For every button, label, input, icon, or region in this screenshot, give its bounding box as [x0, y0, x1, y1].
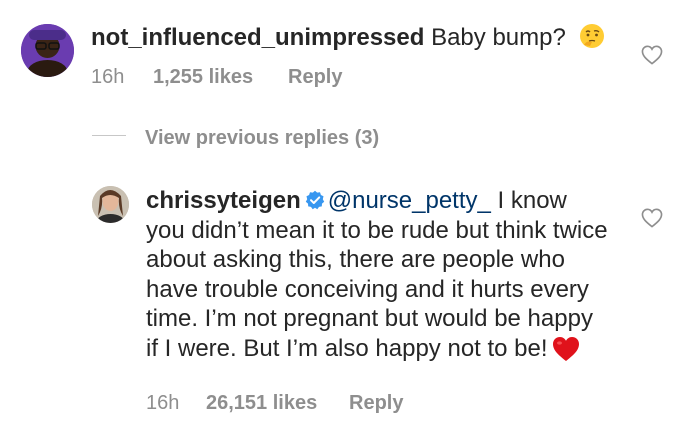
like-heart-icon[interactable] [641, 45, 663, 65]
verified-badge-icon [305, 190, 324, 210]
comment-2: chrissyteigen @nurse_petty_ I know you di… [146, 186, 608, 363]
thinking-face-emoji [579, 24, 604, 48]
replies-divider-line [92, 135, 126, 136]
comment-2-username[interactable]: chrissyteigen [146, 187, 301, 214]
comment-2-time: 16h [146, 392, 180, 414]
comment-2-mention-link[interactable]: @nurse_petty_ [328, 187, 491, 214]
avatar-image [92, 186, 129, 223]
comment-1-reply-button[interactable]: Reply [288, 64, 342, 90]
like-heart-icon[interactable] [641, 208, 663, 228]
avatar-chrissyteigen[interactable] [92, 186, 129, 223]
comment-2-likes[interactable]: 26,151 likes [206, 390, 317, 416]
comment-2-reply-button[interactable]: Reply [349, 390, 403, 416]
comment-1: not_influenced_unimpressed Baby bump? [91, 22, 605, 54]
view-previous-replies-button[interactable]: View previous replies (3) [145, 125, 379, 151]
comment-1-time: 16h [91, 66, 125, 88]
red-heart-emoji [552, 336, 579, 361]
comment-1-likes[interactable]: 1,255 likes [153, 64, 253, 90]
comment-1-username[interactable]: not_influenced_unimpressed [91, 24, 424, 51]
avatar-not-influenced-unimpressed[interactable] [21, 24, 74, 77]
comment-1-text: Baby bump? [431, 24, 566, 51]
avatar-image [21, 24, 74, 77]
